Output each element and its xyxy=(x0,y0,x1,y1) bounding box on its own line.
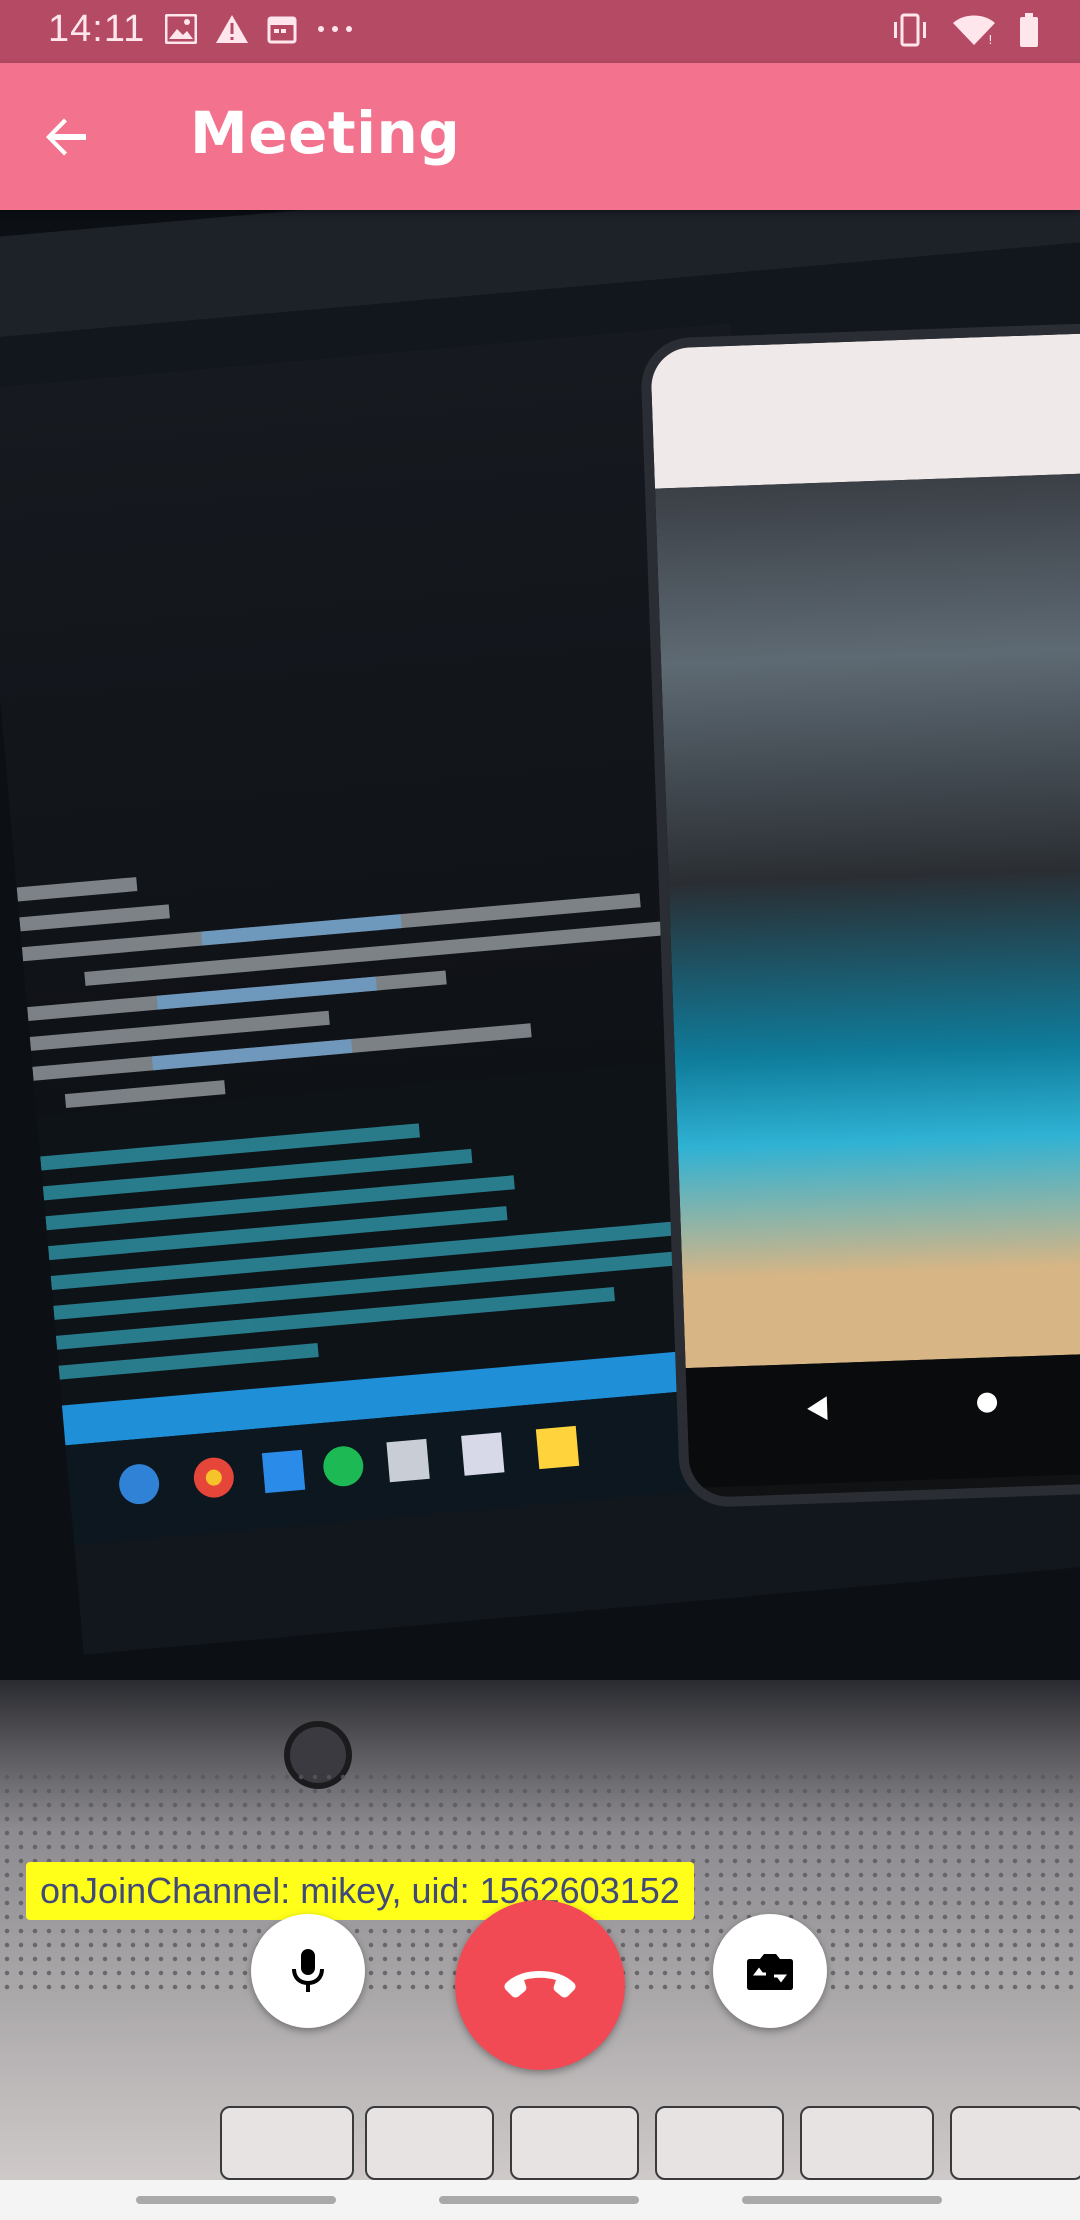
app-bar: Meeting xyxy=(0,63,1080,210)
switch-camera-button[interactable] xyxy=(713,1914,827,2028)
switch-camera-icon xyxy=(747,1954,793,1990)
mute-mic-button[interactable] xyxy=(251,1914,365,2028)
video-background-phone xyxy=(639,321,1080,1509)
status-bar: 14:11 ! xyxy=(0,0,1080,63)
battery-icon xyxy=(1018,12,1040,48)
nav-gesture-pill-left[interactable] xyxy=(136,2196,336,2204)
nav-gesture-pill-right[interactable] xyxy=(742,2196,942,2204)
vibrate-icon xyxy=(890,13,930,47)
video-background-tabs xyxy=(0,210,1080,340)
screen: 14:11 ! Meeting onJoinChannel: mikey, ui… xyxy=(0,0,1080,2220)
phone-hangup-icon xyxy=(504,1971,576,1998)
warning-icon xyxy=(215,14,249,44)
calendar-icon xyxy=(267,14,297,44)
end-call-button[interactable] xyxy=(455,1900,625,2070)
svg-text:!: ! xyxy=(988,33,993,47)
image-icon xyxy=(165,14,197,44)
nav-gesture-pill-center[interactable] xyxy=(439,2196,639,2204)
status-time: 14:11 xyxy=(48,8,146,50)
video-background-keys xyxy=(0,2080,1080,2180)
arrow-left-icon xyxy=(46,118,86,156)
page-title: Meeting xyxy=(190,99,461,167)
microphone-icon xyxy=(292,1949,324,1992)
status-system-icons: ! xyxy=(890,12,1040,48)
call-controls xyxy=(0,1900,1080,2070)
more-dots-icon xyxy=(315,14,355,44)
status-notification-icons xyxy=(165,14,355,44)
back-button[interactable] xyxy=(30,101,102,173)
wifi-icon: ! xyxy=(952,13,996,47)
system-nav-bar xyxy=(0,2180,1080,2220)
